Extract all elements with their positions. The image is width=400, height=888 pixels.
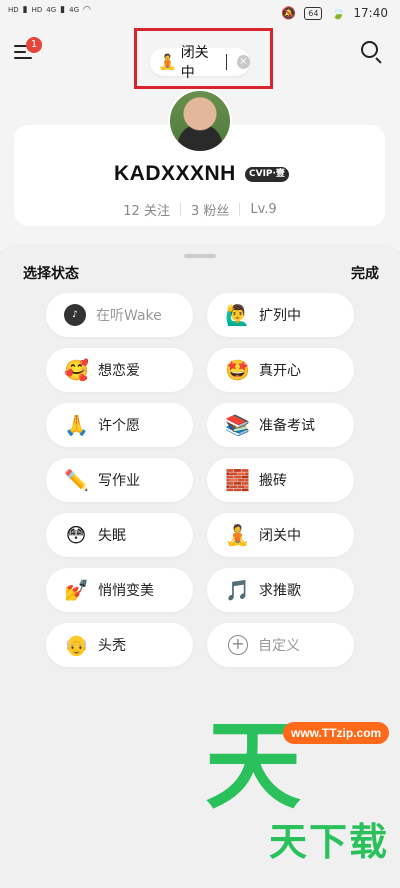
watermark-text: 天下载 <box>269 820 390 864</box>
option-label: 许个愿 <box>98 418 140 434</box>
option-label: 想恋爱 <box>98 363 140 379</box>
raising-hand-icon: 🙋‍♂️ <box>225 303 250 327</box>
option-label: 在听Wake <box>96 308 162 324</box>
mute-icon: 🔕 <box>281 6 297 20</box>
status-option-make-wish[interactable]: 🙏 许个愿 <box>46 403 193 447</box>
signal-icon: ▮ <box>22 5 28 15</box>
now-playing-icon: ♪ <box>64 304 86 326</box>
option-label: 悄悄变美 <box>98 583 154 599</box>
menu-button[interactable]: 1 <box>14 37 42 61</box>
followers-count[interactable]: 3 粉丝 <box>191 200 229 219</box>
smiling-hearts-icon: 🥰 <box>64 358 89 382</box>
avatar[interactable] <box>168 89 232 153</box>
option-label: 求推歌 <box>259 583 301 599</box>
watermark-url: www.TTzip.com <box>283 722 390 744</box>
search-icon-handle <box>375 57 382 64</box>
sheet-drag-handle[interactable] <box>184 254 216 258</box>
option-label: 闭关中 <box>259 528 301 544</box>
status-option-song-request[interactable]: 🎵 求推歌 <box>207 568 354 612</box>
folded-hands-icon: 🙏 <box>64 413 89 437</box>
option-label: 自定义 <box>258 638 300 654</box>
hd-label-2: HD <box>31 6 43 14</box>
status-bar: HD ▮ HD 4G ▮ 4G ◠ 🔕 64 🍃 17:40 <box>0 0 400 28</box>
notification-badge: 1 <box>26 37 42 53</box>
username: KADXXXNH <box>114 162 236 185</box>
sheet-title: 选择状态 <box>23 266 79 282</box>
music-note-icon: 🎵 <box>225 578 250 602</box>
clock: 17:40 <box>353 6 388 20</box>
option-label: 头秃 <box>98 638 126 654</box>
nail-polish-icon: 💅 <box>64 578 89 602</box>
status-option-custom[interactable]: + 自定义 <box>207 623 354 667</box>
signal-icon-2: ▮ <box>60 5 66 15</box>
status-left: HD ▮ HD 4G ▮ 4G ◠ <box>8 5 91 15</box>
pencil-icon: ✏️ <box>64 468 89 492</box>
status-option-insomnia[interactable]: 😳 失眠 <box>46 513 193 557</box>
battery-indicator: 64 <box>304 6 323 20</box>
status-option-expand-friends[interactable]: 🙋‍♂️ 扩列中 <box>207 293 354 337</box>
menu-icon-bar <box>14 57 32 59</box>
network-label-1: 4G <box>46 6 57 14</box>
vip-badge[interactable]: CVIP·壹 <box>245 167 289 182</box>
option-label: 扩列中 <box>259 308 301 324</box>
flushed-face-icon: 😳 <box>65 523 87 547</box>
brick-icon: 🧱 <box>225 468 250 492</box>
option-label: 准备考试 <box>259 418 315 434</box>
star-struck-icon: 🤩 <box>225 358 250 382</box>
status-option-happy[interactable]: 🤩 真开心 <box>207 348 354 392</box>
option-label: 写作业 <box>98 473 140 489</box>
status-option-listening[interactable]: ♪ 在听Wake <box>46 293 193 337</box>
watermark: 天 www.TTzip.com 天下载 <box>205 718 395 878</box>
books-icon: 📚 <box>225 413 250 437</box>
status-option-exam-prep[interactable]: 📚 准备考试 <box>207 403 354 447</box>
status-option-homework[interactable]: ✏️ 写作业 <box>46 458 193 502</box>
hd-label-1: HD <box>8 6 19 14</box>
network-label-2: 4G <box>69 6 79 14</box>
old-man-icon: 👴 <box>64 633 89 657</box>
profile-stats: 12 关注 3 粉丝 Lv.9 <box>0 200 400 219</box>
level-label: Lv.9 <box>250 202 277 217</box>
menu-icon-bar <box>14 51 26 53</box>
search-button[interactable] <box>360 40 384 64</box>
following-count[interactable]: 12 关注 <box>123 200 170 219</box>
option-label: 失眠 <box>98 528 126 544</box>
highlight-annotation-box <box>134 28 273 89</box>
divider <box>179 203 181 216</box>
leaf-icon: 🍃 <box>330 6 346 20</box>
done-button[interactable]: 完成 <box>351 263 379 283</box>
wifi-icon: ◠ <box>83 5 91 15</box>
plus-icon: + <box>228 635 248 655</box>
status-option-retreat[interactable]: 🧘 闭关中 <box>207 513 354 557</box>
search-icon <box>361 41 378 58</box>
option-label: 真开心 <box>259 363 301 379</box>
status-option-brick-work[interactable]: 🧱 搬砖 <box>207 458 354 502</box>
meditate-icon: 🧘 <box>225 523 250 547</box>
divider <box>239 203 241 216</box>
status-right: 🔕 64 🍃 17:40 <box>281 6 388 20</box>
status-option-beautify[interactable]: 💅 悄悄变美 <box>46 568 193 612</box>
option-label: 搬砖 <box>259 473 287 489</box>
status-option-balding[interactable]: 👴 头秃 <box>46 623 193 667</box>
status-option-want-love[interactable]: 🥰 想恋爱 <box>46 348 193 392</box>
